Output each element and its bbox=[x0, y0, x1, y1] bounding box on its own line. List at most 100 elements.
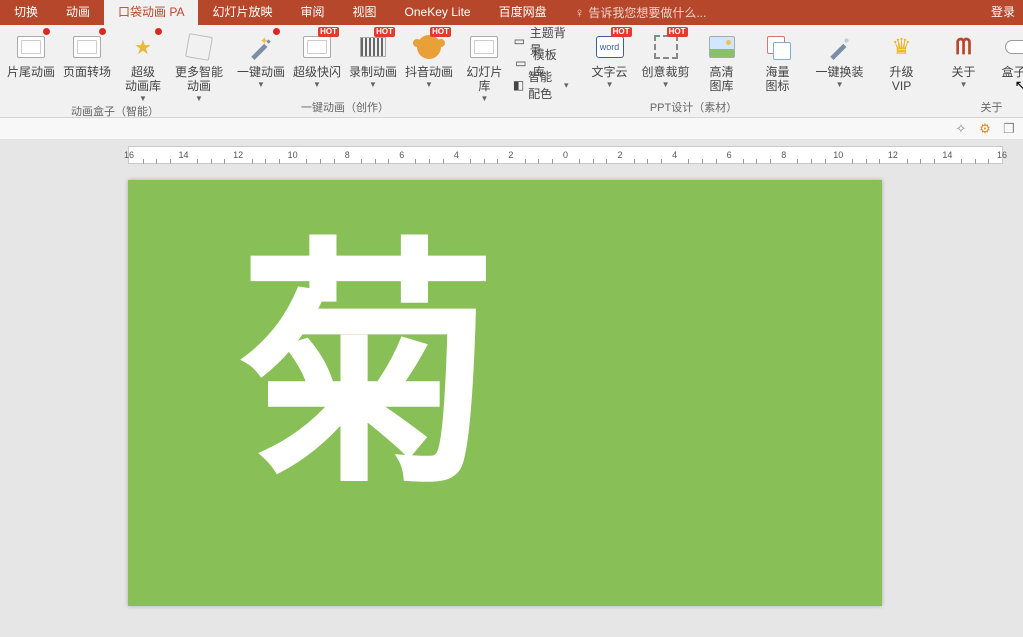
ruler-label: 14 bbox=[179, 150, 189, 160]
btn-box-edition[interactable]: 盒子版 ↖ bbox=[995, 29, 1023, 79]
lbl-box-edition: 盒子版 bbox=[1002, 65, 1023, 79]
tab-switch[interactable]: 切换 bbox=[0, 0, 52, 25]
hot-badge: HOT bbox=[430, 27, 451, 37]
chevron-down-icon: ▼ bbox=[257, 81, 265, 89]
ruler-label: 8 bbox=[781, 150, 786, 160]
btn-mass-icons[interactable]: 海量 图标 bbox=[753, 29, 803, 93]
chevron-down-icon: ▼ bbox=[480, 95, 488, 103]
chevron-down-icon: ▼ bbox=[139, 95, 147, 103]
hot-badge: HOT bbox=[667, 27, 688, 37]
ruler-label: 0 bbox=[563, 150, 568, 160]
tab-review[interactable]: 审阅 bbox=[287, 0, 339, 25]
btn-page-transition[interactable]: 页面转场 bbox=[62, 29, 112, 79]
group-restyle: 一键换装 ▼ bbox=[809, 25, 871, 117]
btn-about[interactable]: ᗰ 关于 ▼ bbox=[939, 29, 989, 89]
gear-icon[interactable]: ⚙ bbox=[977, 121, 993, 137]
group-vip: ♛ 升级 VIP bbox=[871, 25, 933, 117]
ruler-label: 2 bbox=[618, 150, 623, 160]
ruler-label: 16 bbox=[124, 150, 134, 160]
crown-icon: ♛ bbox=[892, 34, 912, 60]
btn-hd-images[interactable]: 高清 图库 bbox=[697, 29, 747, 93]
login-link[interactable]: 登录 bbox=[991, 0, 1015, 25]
tab-animation[interactable]: 动画 bbox=[52, 0, 104, 25]
group-one-click-anim: 一键动画 ▼ HOT 超级快闪 ▼ HOT 录制动画 ▼ HOT 抖音动画 ▼ … bbox=[230, 25, 460, 117]
chevron-down-icon: ▼ bbox=[313, 81, 321, 89]
group-animation-box: 片尾动画 页面转场 ★ 超级 动画库 ▼ 更多智能 动画 ▼ 动画盒子（智能） bbox=[0, 25, 230, 117]
logo-icon: ᗰ bbox=[956, 34, 972, 60]
slide-canvas[interactable]: 菊 bbox=[128, 180, 882, 606]
group-about: ᗰ 关于 ▼ 盒子版 ↖ 关于 bbox=[933, 25, 1023, 117]
btn-end-animation[interactable]: 片尾动画 bbox=[6, 29, 56, 79]
chevron-down-icon: ▼ bbox=[662, 81, 670, 89]
lbl-one-click-anim: 一键动画 bbox=[237, 65, 285, 79]
group-label-ppt-design: PPT设计（素材） bbox=[585, 99, 803, 117]
template-icon: ▭ bbox=[513, 55, 529, 71]
ruler-label: 12 bbox=[233, 150, 243, 160]
ribbon: 片尾动画 页面转场 ★ 超级 动画库 ▼ 更多智能 动画 ▼ 动画盒子（智能） bbox=[0, 25, 1023, 118]
palette-icon: ◧ bbox=[513, 77, 524, 93]
lbl-one-click-restyle: 一键换装 bbox=[816, 65, 864, 79]
btn-super-flash[interactable]: HOT 超级快闪 ▼ bbox=[292, 29, 342, 89]
lbl-page-transition: 页面转场 bbox=[63, 65, 111, 79]
tell-me-search[interactable]: ♀ 告诉我您想要做什么... bbox=[561, 0, 707, 25]
btn-more-smart-anim[interactable]: 更多智能 动画 ▼ bbox=[174, 29, 224, 103]
restore-window-icon[interactable]: ❐ bbox=[1001, 121, 1017, 137]
horizontal-ruler: 1614121086420246810121416 bbox=[128, 146, 1003, 164]
btn-slide-library[interactable]: 幻灯片库 ▼ bbox=[466, 29, 503, 103]
btn-douyin-anim[interactable]: HOT 抖音动画 ▼ bbox=[404, 29, 454, 89]
tab-slideshow[interactable]: 幻灯片放映 bbox=[198, 0, 286, 25]
btn-creative-crop[interactable]: HOT 创意裁剪 ▼ bbox=[641, 29, 691, 89]
btn-super-anim-lib[interactable]: ★ 超级 动画库 ▼ bbox=[118, 29, 168, 103]
btn-one-click-anim[interactable]: 一键动画 ▼ bbox=[236, 29, 286, 89]
ruler-label: 6 bbox=[727, 150, 732, 160]
btn-word-cloud[interactable]: wordHOT 文字云 ▼ bbox=[585, 29, 635, 89]
chevron-down-icon: ▾ bbox=[564, 80, 569, 91]
lbl-upgrade-vip: 升级 VIP bbox=[890, 65, 914, 93]
lbl-creative-crop: 创意裁剪 bbox=[642, 65, 690, 79]
hot-badge: HOT bbox=[318, 27, 339, 37]
lbl-mass-icons: 海量 图标 bbox=[766, 65, 790, 93]
chevron-down-icon: ▼ bbox=[836, 81, 844, 89]
ruler-label: 16 bbox=[997, 150, 1007, 160]
lbl-record-anim: 录制动画 bbox=[349, 65, 397, 79]
menu-tab-bar: 切换 动画 口袋动画 PA 幻灯片放映 审阅 视图 OneKey Lite 百度… bbox=[0, 0, 1023, 25]
chevron-down-icon: ▼ bbox=[960, 81, 968, 89]
pin-icon[interactable]: ✧ bbox=[953, 121, 969, 137]
group-label-anim-box: 动画盒子（智能） bbox=[6, 103, 224, 121]
btn-upgrade-vip[interactable]: ♛ 升级 VIP bbox=[877, 29, 927, 93]
tell-me-text: 告诉我您想要做什么... bbox=[588, 4, 706, 21]
group-label-empty3 bbox=[877, 99, 927, 117]
theme-icon: ▭ bbox=[513, 33, 526, 49]
group-label-empty2 bbox=[815, 99, 865, 117]
tab-view[interactable]: 视图 bbox=[339, 0, 391, 25]
tab-pocket-animation[interactable]: 口袋动画 PA bbox=[104, 0, 198, 25]
ruler-label: 14 bbox=[942, 150, 952, 160]
ruler-label: 10 bbox=[833, 150, 843, 160]
btn-one-click-restyle[interactable]: 一键换装 ▼ bbox=[815, 29, 865, 89]
slide-text-glyph[interactable]: 菊 bbox=[238, 240, 498, 530]
group-slide-library: 幻灯片库 ▼ ▭ 主题背景 ▭ 模板库 ◧ 智能配色 ▾ bbox=[460, 25, 579, 117]
lbl-smart-color: 智能配色 bbox=[528, 68, 558, 102]
chevron-down-icon: ▼ bbox=[425, 81, 433, 89]
lbl-end-animation: 片尾动画 bbox=[7, 65, 55, 79]
lbl-about: 关于 bbox=[952, 65, 976, 79]
ruler-label: 8 bbox=[345, 150, 350, 160]
lbl-douyin-anim: 抖音动画 bbox=[405, 65, 453, 79]
btn-record-anim[interactable]: HOT 录制动画 ▼ bbox=[348, 29, 398, 89]
lbl-slide-library: 幻灯片库 bbox=[466, 65, 503, 93]
chevron-down-icon: ▼ bbox=[195, 95, 203, 103]
slide-workspace: 1614121086420246810121416 菊 bbox=[0, 140, 1023, 637]
lbl-super-flash: 超级快闪 bbox=[293, 65, 341, 79]
lbl-hd-images: 高清 图库 bbox=[710, 65, 734, 93]
btn-smart-color[interactable]: ◧ 智能配色 ▾ bbox=[509, 75, 573, 95]
ruler-label: 4 bbox=[672, 150, 677, 160]
ribbon-collapse-strip: ✧ ⚙ ❐ bbox=[0, 118, 1023, 140]
tab-onekey-lite[interactable]: OneKey Lite bbox=[391, 0, 485, 25]
lbl-more-smart-anim: 更多智能 动画 bbox=[175, 65, 223, 93]
hot-badge: HOT bbox=[611, 27, 632, 37]
group-label-empty1 bbox=[466, 103, 573, 117]
ruler-label: 10 bbox=[288, 150, 298, 160]
tab-baidu-netdisk[interactable]: 百度网盘 bbox=[485, 0, 561, 25]
chevron-down-icon: ▼ bbox=[369, 81, 377, 89]
group-label-about: 关于 bbox=[939, 99, 1023, 117]
